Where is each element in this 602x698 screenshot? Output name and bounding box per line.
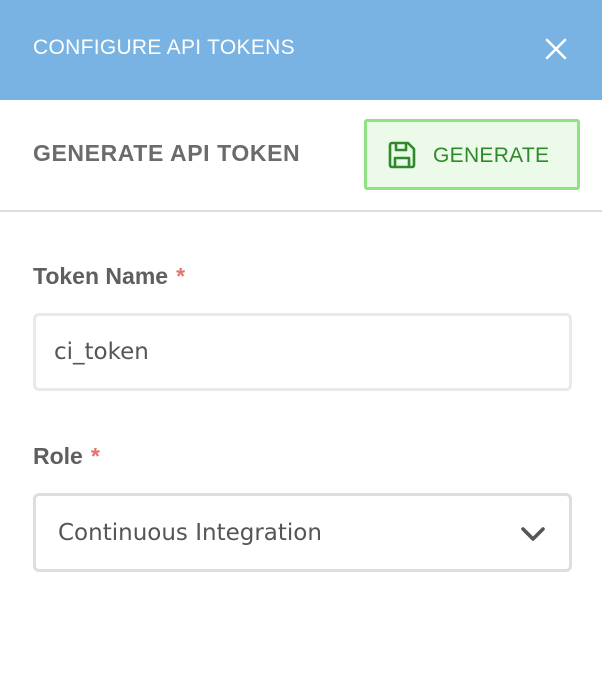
role-label: Role * — [33, 443, 100, 470]
token-name-label-text: Token Name — [33, 263, 169, 289]
dialog-title: CONFIGURE API TOKENS — [33, 36, 295, 59]
role-select[interactable]: Continuous Integration — [33, 493, 572, 572]
required-marker: * — [90, 443, 100, 469]
close-button[interactable] — [542, 35, 570, 63]
chevron-down-icon — [521, 527, 545, 541]
dialog-header: CONFIGURE API TOKENS — [0, 0, 602, 100]
divider — [0, 210, 602, 212]
generate-button[interactable]: GENERATE — [364, 119, 580, 190]
required-marker: * — [176, 263, 186, 289]
generate-button-label: GENERATE — [433, 144, 550, 167]
save-icon — [388, 141, 416, 169]
token-name-input[interactable] — [33, 313, 572, 391]
configure-api-tokens-dialog: CONFIGURE API TOKENS GENERATE API TOKEN … — [0, 0, 602, 698]
token-name-label: Token Name * — [33, 263, 185, 290]
role-label-text: Role — [33, 443, 83, 469]
role-select-value: Continuous Integration — [58, 520, 322, 546]
section-title: GENERATE API TOKEN — [33, 140, 301, 166]
close-icon — [545, 38, 567, 60]
